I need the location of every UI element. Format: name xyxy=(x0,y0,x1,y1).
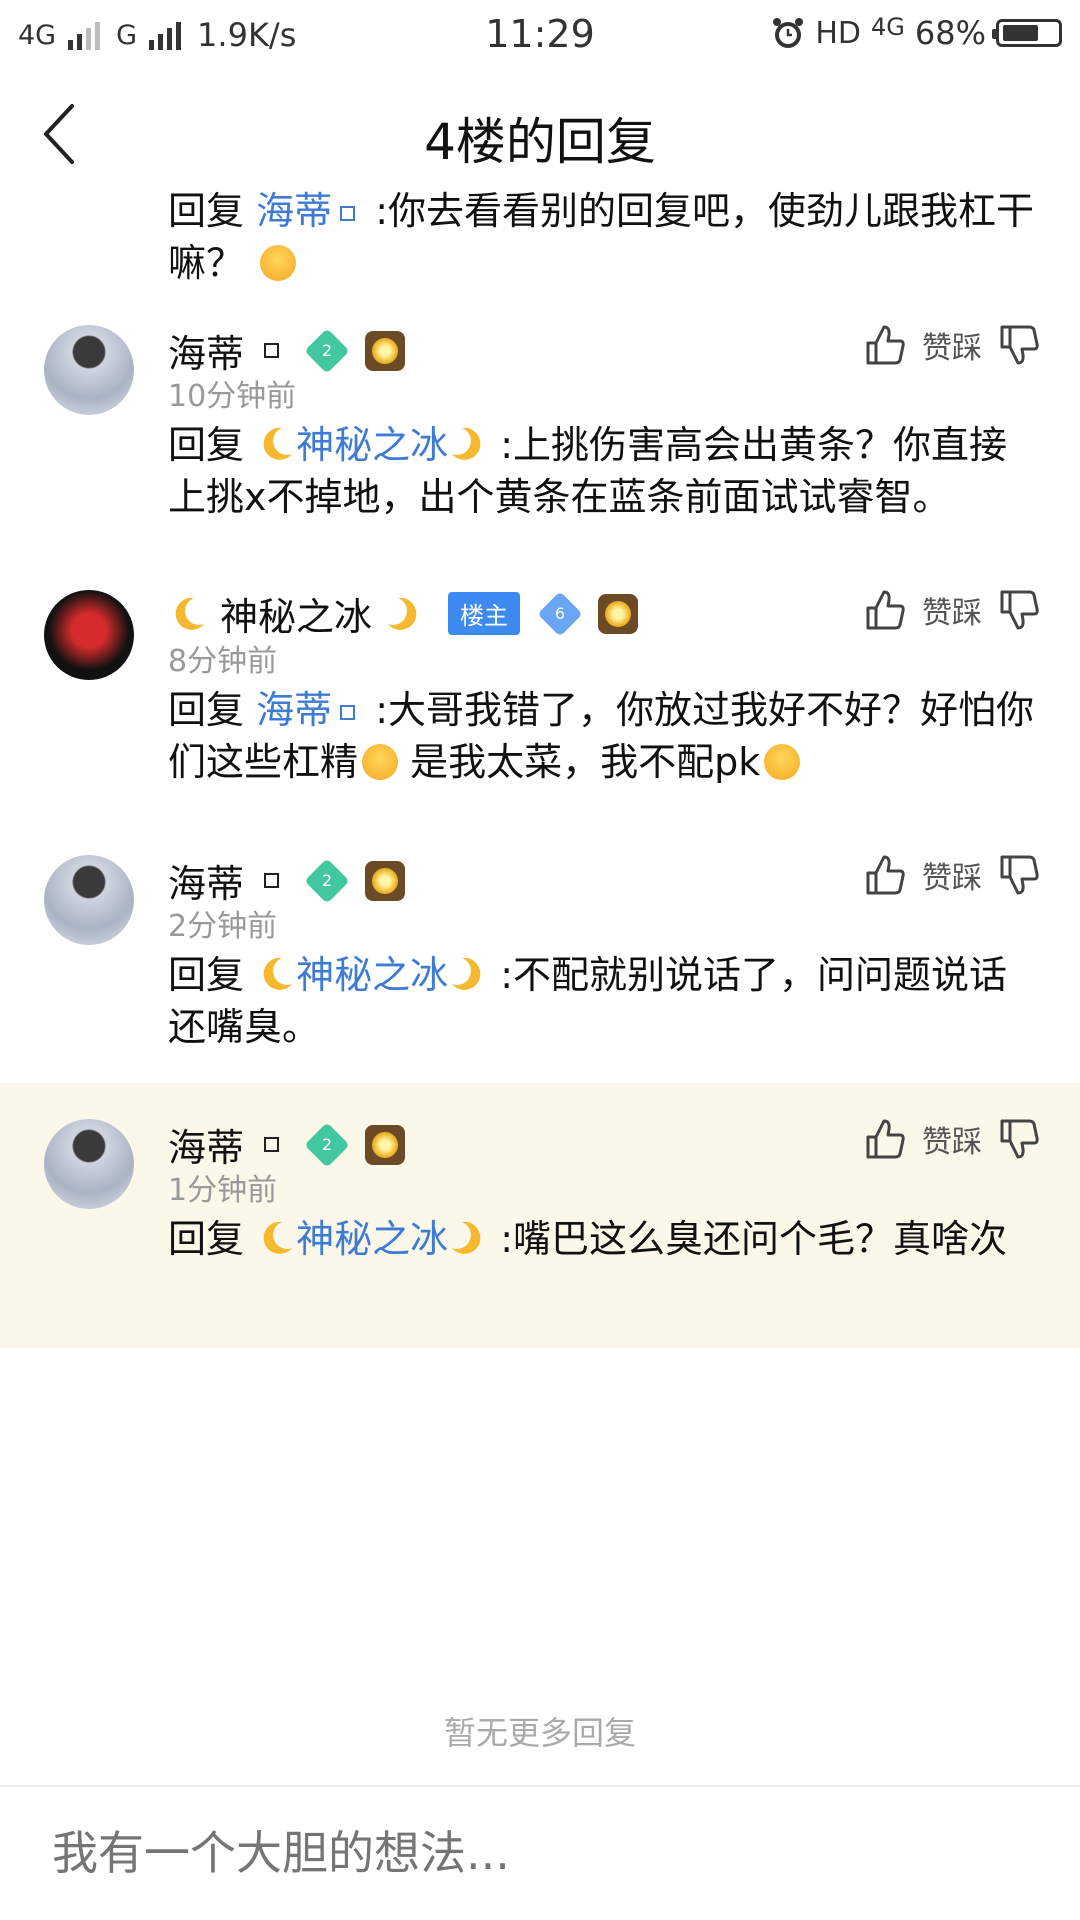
laugh-cry-emoji-icon xyxy=(764,744,801,780)
square-icon xyxy=(264,343,280,358)
reply-text-2: 是我太菜，我不配pk xyxy=(410,740,761,784)
username[interactable]: 神秘之冰 xyxy=(220,586,372,641)
medal-icon xyxy=(365,860,406,901)
page-title: 4楼的回复 xyxy=(424,113,656,171)
medal-icon xyxy=(365,1124,406,1165)
mention-link[interactable]: 神秘之冰 xyxy=(296,953,448,997)
username-row: 神秘之冰 楼主 6 xyxy=(168,586,639,641)
moon-icon xyxy=(263,957,293,990)
battery-fill xyxy=(1003,25,1039,41)
app-header: 4楼的回复 xyxy=(0,72,1080,200)
vote-label: 赞踩 xyxy=(922,596,982,631)
reply-prefix: 回复 xyxy=(168,423,245,467)
vote-label: 赞踩 xyxy=(922,1125,982,1160)
comment-time: 10分钟前 xyxy=(168,379,297,414)
thumbs-down-icon[interactable] xyxy=(998,323,1040,367)
laugh-cry-emoji-icon xyxy=(260,245,297,281)
vote-actions: 赞踩 xyxy=(864,1117,1040,1161)
comment-time: 8分钟前 xyxy=(168,644,278,679)
battery-percent: 68% xyxy=(914,14,986,52)
moon-icon xyxy=(452,957,481,990)
reply-text: :嘴巴这么臭还问个毛？真啥次 xyxy=(500,1217,1008,1261)
comment-item-highlighted: 海蒂 2 1分钟前 赞踩 回复 神秘之冰 :嘴巴这么臭还问个毛？真啥次 xyxy=(0,1083,1080,1348)
reply-input-bar xyxy=(0,1787,1080,1920)
reply-body: 回复 神秘之冰 :不配就别说话了，问问题说话还嘴臭。 xyxy=(168,949,1038,1053)
hd-indicator: HD xyxy=(815,15,861,51)
level-badge: 2 xyxy=(304,857,350,904)
owner-badge: 楼主 xyxy=(448,592,521,635)
username-row: 海蒂 2 xyxy=(168,323,406,378)
vote-label: 赞踩 xyxy=(922,331,982,366)
square-icon xyxy=(340,705,356,720)
reply-prefix: 回复 xyxy=(168,1217,245,1261)
square-icon xyxy=(340,206,356,221)
sneeze-emoji-icon xyxy=(362,744,399,780)
username[interactable]: 海蒂 xyxy=(168,853,244,908)
comment-item: 海蒂 2 10分钟前 赞踩 回复 神秘之冰 :上挑伤害高会出黄条？你直接上挑x不… xyxy=(0,305,1080,565)
avatar[interactable] xyxy=(44,855,134,945)
reply-prefix: 回复 xyxy=(168,189,245,233)
status-right: HD 4G 68% xyxy=(771,14,1062,52)
avatar[interactable] xyxy=(44,590,134,680)
moon-icon xyxy=(263,427,293,460)
thumbs-down-icon[interactable] xyxy=(998,853,1040,897)
reply-prefix: 回复 xyxy=(168,953,245,997)
battery-icon xyxy=(992,19,1062,47)
username[interactable]: 海蒂 xyxy=(168,1117,244,1172)
mention-link[interactable]: 海蒂 xyxy=(256,688,332,732)
moon-icon xyxy=(452,427,481,460)
comment-time: 2分钟前 xyxy=(168,909,278,944)
moon-icon xyxy=(175,597,204,630)
mention-link[interactable]: 神秘之冰 xyxy=(296,423,448,467)
reply-body: 回复 神秘之冰 :上挑伤害高会出黄条？你直接上挑x不掉地，出个黄条在蓝条前面试试… xyxy=(168,419,1038,523)
moon-icon xyxy=(263,1221,293,1254)
status-bar: 4G G 1.9K/s 11:29 HD 4G 68% xyxy=(0,0,1080,72)
mention-link[interactable]: 神秘之冰 xyxy=(296,1217,448,1261)
comment-item: 神秘之冰 楼主 6 8分钟前 赞踩 回复 海蒂 :大哥我错了，你放过我好不好？好… xyxy=(0,570,1080,830)
reply-prefix: 回复 xyxy=(168,688,245,732)
vote-actions: 赞踩 xyxy=(864,323,1040,367)
thumbs-up-icon[interactable] xyxy=(864,588,906,632)
vote-actions: 赞踩 xyxy=(864,853,1040,897)
square-icon xyxy=(264,873,280,888)
thumbs-up-icon[interactable] xyxy=(864,323,906,367)
avatar[interactable] xyxy=(44,1119,134,1209)
square-icon xyxy=(264,1137,280,1152)
username-row: 海蒂 2 xyxy=(168,853,406,908)
reply-body-partial: 回复 海蒂 :你去看看别的回复吧，使劲儿跟我杠干嘛？ xyxy=(168,185,1038,289)
moon-icon xyxy=(388,597,417,630)
network-4g-small: 4G xyxy=(871,13,905,41)
comment-item: 海蒂 2 2分钟前 赞踩 回复 神秘之冰 :不配就别说话了，问问题说话还嘴臭。 xyxy=(0,835,1080,1095)
vote-actions: 赞踩 xyxy=(864,588,1040,632)
thumbs-down-icon[interactable] xyxy=(998,588,1040,632)
alarm-icon xyxy=(773,18,804,48)
vote-label: 赞踩 xyxy=(922,861,982,896)
username-row: 海蒂 2 xyxy=(168,1117,406,1172)
username[interactable]: 海蒂 xyxy=(168,323,244,378)
medal-icon xyxy=(365,330,406,371)
moon-icon xyxy=(452,1221,481,1254)
reply-body: 回复 神秘之冰 :嘴巴这么臭还问个毛？真啥次 xyxy=(168,1213,1038,1265)
mention-link[interactable]: 海蒂 xyxy=(256,189,332,233)
reply-input[interactable] xyxy=(50,1825,1034,1881)
level-badge: 2 xyxy=(304,327,350,374)
reply-body: 回复 海蒂 :大哥我错了，你放过我好不好？好怕你们这些杠精 是我太菜，我不配pk xyxy=(168,684,1038,788)
medal-icon xyxy=(598,593,639,634)
avatar[interactable] xyxy=(44,325,134,415)
level-badge: 6 xyxy=(537,590,583,637)
thumbs-up-icon[interactable] xyxy=(864,853,906,897)
level-badge: 2 xyxy=(304,1121,350,1168)
thumbs-down-icon[interactable] xyxy=(998,1117,1040,1161)
comment-time: 1分钟前 xyxy=(168,1173,278,1208)
thumbs-up-icon[interactable] xyxy=(864,1117,906,1161)
no-more-replies: 暂无更多回复 xyxy=(443,1714,636,1752)
